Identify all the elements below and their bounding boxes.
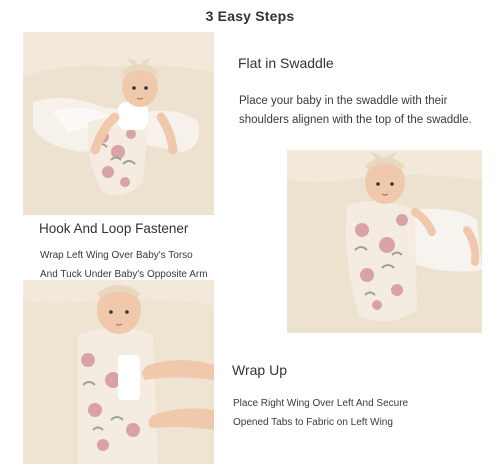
step-1-description: Place your baby in the swaddle with thei… [239, 92, 472, 130]
step-3-description: Place Right Wing Over Left And Secure Op… [233, 394, 408, 432]
step-3-line: Opened Tabs to Fabric on Left Wing [233, 417, 393, 428]
baby-wrapped-image [287, 150, 482, 333]
step-2-description: Wrap Left Wing Over Baby's Torso And Tuc… [40, 246, 208, 284]
step-3-line: Place Right Wing Over Left And Secure [233, 398, 409, 409]
step-2-heading: Hook And Loop Fastener [39, 221, 189, 236]
step-1-photo [23, 32, 214, 215]
page-title: 3 Easy Steps [205, 8, 295, 24]
baby-flat-in-swaddle-image [23, 32, 214, 215]
step-2-line: Wrap Left Wing Over Baby's Torso [40, 250, 193, 261]
baby-securing-wrap-image [23, 280, 214, 464]
step-3-photo [23, 280, 214, 464]
step-1-line: shoulders alignen with the top of the sw… [239, 114, 472, 126]
step-3-heading: Wrap Up [232, 362, 287, 378]
step-2-photo [287, 150, 482, 333]
step-1-line: Place your baby in the swaddle with thei… [239, 95, 448, 107]
step-1-heading: Flat in Swaddle [238, 55, 334, 71]
